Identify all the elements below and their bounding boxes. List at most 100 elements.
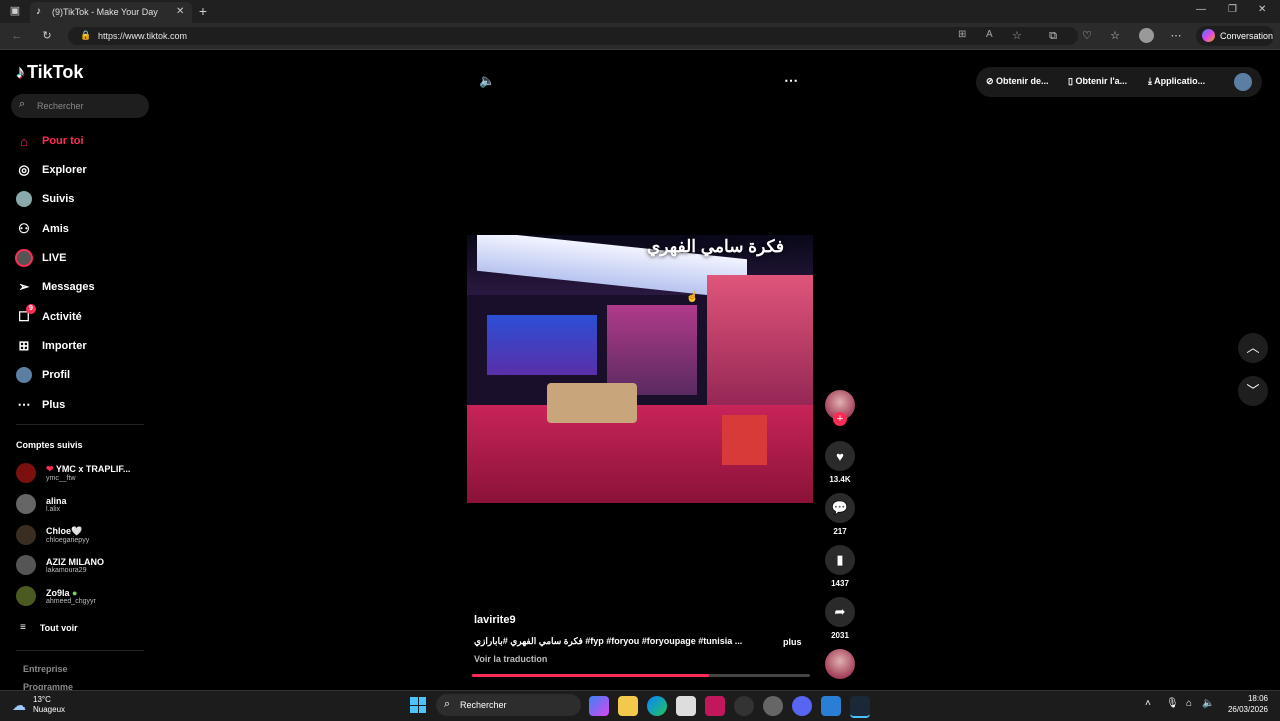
- discord-icon[interactable]: [792, 696, 812, 716]
- account-username: ahmeed_chgyyr: [46, 597, 96, 605]
- close-window-icon[interactable]: ✕: [1258, 4, 1266, 15]
- copilot-app-icon[interactable]: [589, 696, 609, 716]
- profile-avatar-icon[interactable]: [1139, 28, 1154, 43]
- nav-messages[interactable]: ➢ Messages: [14, 276, 95, 298]
- account-name: Zo9la: [46, 587, 70, 598]
- comment-button[interactable]: 💬 217: [824, 493, 856, 536]
- conversation-label: Conversation: [1220, 31, 1274, 41]
- cloud-icon: ☁: [12, 697, 26, 713]
- taskbar: ☁ 13°C Nuageux ⌕ Rechercher ˄ 🎙 ⌂ 🔈 18:0…: [0, 690, 1280, 721]
- nav-pour-toi[interactable]: ⌂ Pour toi: [14, 130, 84, 152]
- nav-live[interactable]: LIVE: [14, 247, 66, 269]
- app-icon[interactable]: [734, 696, 754, 716]
- browser-essentials-icon[interactable]: ♡: [1078, 27, 1096, 45]
- home-icon: ⌂: [20, 133, 28, 149]
- video-author[interactable]: lavirite9: [474, 614, 516, 626]
- followed-account[interactable]: Chloe🤍 chloegariepyy: [16, 522, 89, 548]
- microphone-icon[interactable]: 🎙: [1166, 698, 1179, 709]
- app-icon[interactable]: [705, 696, 725, 716]
- follow-plus-icon[interactable]: +: [833, 412, 847, 426]
- followed-account[interactable]: alina l.alix: [16, 491, 67, 517]
- nav-plus[interactable]: ⋯ Plus: [14, 394, 66, 416]
- tiktok-logo[interactable]: ♪ TikTok: [16, 62, 83, 83]
- account-username: chloegariepyy: [46, 537, 90, 544]
- caption-more-button[interactable]: plus: [783, 637, 802, 647]
- copilot-icon: [1202, 29, 1215, 42]
- nav-profil[interactable]: Profil: [14, 364, 70, 386]
- profile-icon: [14, 365, 34, 385]
- volume-icon[interactable]: 🔈: [1202, 698, 1214, 709]
- footer-link[interactable]: Entreprise: [23, 664, 68, 674]
- progress-bar[interactable]: [472, 674, 810, 677]
- logo-text: TikTok: [27, 62, 84, 82]
- account-name: Chloe🤍: [46, 526, 83, 536]
- followed-account[interactable]: AZIZ MILANO lakamoura29: [16, 552, 104, 578]
- minimize-icon[interactable]: —: [1196, 4, 1206, 15]
- extensions-icon[interactable]: ⧉: [1044, 27, 1062, 45]
- nav-importer[interactable]: ⊞ Importer: [14, 335, 87, 357]
- tab-actions-icon[interactable]: ▣: [6, 2, 24, 20]
- compass-icon: ◎: [18, 162, 30, 177]
- url-text: https://www.tiktok.com: [98, 31, 188, 41]
- steam-icon[interactable]: [850, 696, 870, 718]
- volume-icon[interactable]: 🔈: [479, 73, 495, 89]
- comment-icon: 💬: [825, 493, 855, 523]
- more-options-icon[interactable]: ⋯: [784, 72, 798, 89]
- nav-explorer[interactable]: ◎ Explorer: [14, 159, 86, 181]
- followed-account[interactable]: ❤ YMC x TRAPLIF... ymc__ftw: [16, 460, 130, 486]
- music-disc[interactable]: [825, 649, 855, 679]
- user-avatar[interactable]: [1234, 73, 1252, 91]
- notification-badge: 9: [26, 304, 36, 314]
- chevron-up-icon[interactable]: ˄: [1145, 698, 1151, 709]
- translate-link[interactable]: Voir la traduction: [474, 654, 547, 664]
- followed-account[interactable]: Zo9la ● ahmeed_chgyyr: [16, 583, 96, 609]
- address-bar[interactable]: 🔒 https://www.tiktok.com ⊞ A ☆: [68, 27, 1078, 45]
- search-box[interactable]: ⌕ Rechercher: [11, 94, 149, 118]
- read-aloud-icon[interactable]: A: [986, 29, 993, 40]
- creator-avatar-button[interactable]: +: [824, 390, 856, 426]
- more-icon: ⋯: [17, 397, 31, 412]
- photos-icon[interactable]: [821, 696, 841, 716]
- edge-browser-icon[interactable]: [647, 696, 667, 716]
- coins-button[interactable]: ⊘ Obtenir de...: [986, 76, 1049, 87]
- video-caption: فكرة سامي الفهري #بابارازي #fyp #foryou …: [474, 636, 743, 646]
- nav-amis[interactable]: ⚇ Amis: [14, 218, 69, 240]
- maximize-icon[interactable]: ❐: [1228, 4, 1237, 15]
- copilot-conversation-button[interactable]: Conversation: [1196, 26, 1274, 46]
- see-all-link[interactable]: ≡ Tout voir: [20, 622, 78, 633]
- cursor-hand-icon: ☝: [686, 292, 699, 303]
- share-button[interactable]: ➦ 2031: [824, 597, 856, 640]
- network-icon[interactable]: ⌂: [1186, 698, 1192, 709]
- browser-tab[interactable]: ♪ (9)TikTok - Make Your Day ✕: [30, 2, 192, 23]
- settings-gear-icon[interactable]: [763, 696, 783, 716]
- store-icon[interactable]: [676, 696, 696, 716]
- comment-count: 217: [833, 527, 847, 536]
- file-explorer-icon[interactable]: [618, 696, 638, 716]
- nav-suivis[interactable]: Suivis: [14, 188, 74, 210]
- account-username: l.alix: [46, 505, 61, 513]
- chevron-up-icon[interactable]: ︿: [1238, 333, 1268, 363]
- settings-more-icon[interactable]: ⋯: [1167, 27, 1185, 45]
- video-player[interactable]: فكرة سامي الفهري ☝: [467, 235, 813, 503]
- save-button[interactable]: ▮ 1437: [824, 545, 856, 588]
- new-tab-icon[interactable]: +: [194, 2, 212, 20]
- close-tab-icon[interactable]: ✕: [176, 6, 184, 17]
- like-button[interactable]: ♥ 13.4K: [824, 441, 856, 484]
- windows-start-icon[interactable]: [410, 697, 426, 713]
- desktop-app-button[interactable]: ⤓ Applicatio...: [1148, 76, 1205, 87]
- footer-link[interactable]: Programme: [23, 682, 73, 690]
- weather-temp[interactable]: 13°C: [33, 695, 51, 704]
- nav-label: Importer: [42, 340, 87, 352]
- chevron-down-icon[interactable]: ﹀: [1238, 376, 1268, 406]
- divider: [16, 424, 144, 425]
- account-name: alina: [46, 495, 67, 506]
- clock-time[interactable]: 18:06: [1222, 694, 1268, 703]
- get-app-button[interactable]: ▯ Obtenir l'a...: [1068, 76, 1127, 87]
- favorites-icon[interactable]: ☆: [1106, 27, 1124, 45]
- taskbar-search[interactable]: ⌕ Rechercher: [436, 694, 581, 716]
- refresh-icon[interactable]: ↻: [38, 27, 56, 45]
- app-available-icon[interactable]: ⊞: [958, 29, 966, 40]
- back-icon[interactable]: ←: [8, 27, 26, 45]
- favorite-star-icon[interactable]: ☆: [1012, 29, 1022, 42]
- nav-activite[interactable]: ☐ 9 Activité: [14, 304, 82, 328]
